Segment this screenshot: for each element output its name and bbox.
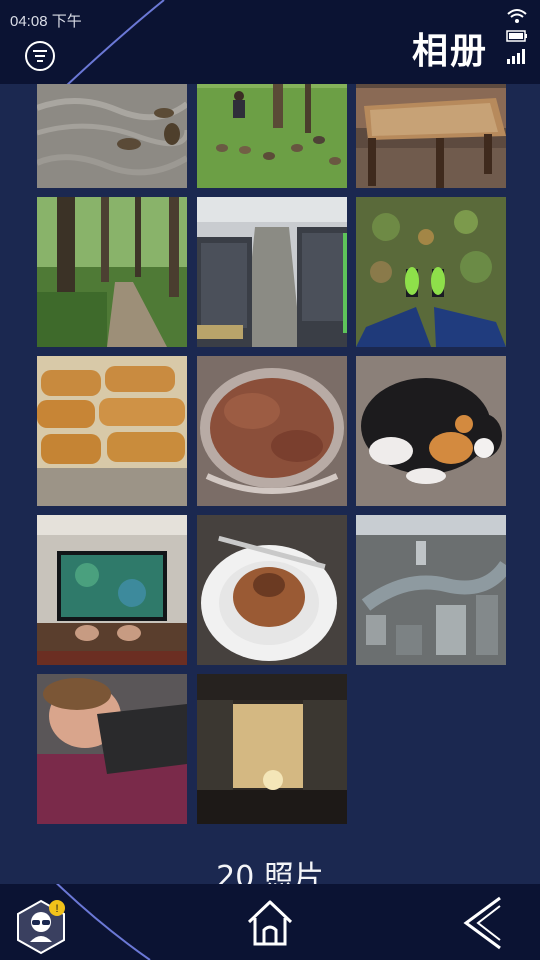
home-button[interactable] xyxy=(243,896,297,950)
photo-sausage-rolls xyxy=(37,356,187,506)
back-button[interactable] xyxy=(460,894,506,952)
photo-thumbnail[interactable] xyxy=(356,197,506,347)
photo-meat-bowl xyxy=(197,356,347,506)
header-bar: 04:08 下午 相册 xyxy=(0,0,540,84)
photo-thumbnail[interactable] xyxy=(197,674,347,824)
photo-thumbnail[interactable] xyxy=(197,197,347,347)
avatar-button[interactable]: ! xyxy=(12,898,70,956)
photo-thumbnail[interactable] xyxy=(37,674,187,824)
photo-city-aerial xyxy=(356,515,506,665)
photo-cat-toy xyxy=(356,356,506,506)
wifi-icon xyxy=(507,9,527,23)
photo-grid xyxy=(0,0,540,884)
photo-forest-path xyxy=(37,197,187,347)
photo-tv-feet xyxy=(37,515,187,665)
filter-menu-button[interactable] xyxy=(24,40,56,72)
photo-thumbnail[interactable] xyxy=(356,515,506,665)
bottom-nav: ! xyxy=(0,884,540,960)
page-title: 相册 xyxy=(411,31,488,72)
photo-thumbnail[interactable] xyxy=(356,356,506,506)
photo-thumbnail[interactable] xyxy=(37,515,187,665)
user-avatar-icon: ! xyxy=(17,899,65,955)
notification-badge-text: ! xyxy=(55,903,58,915)
photo-man-selfie xyxy=(37,674,187,824)
status-icons xyxy=(506,8,530,69)
photo-sunset-tower xyxy=(197,674,347,824)
signal-icon xyxy=(507,49,525,64)
back-icon xyxy=(463,896,501,950)
photo-thumbnail[interactable] xyxy=(197,515,347,665)
photo-feet-leaves xyxy=(356,197,506,347)
filter-menu-icon xyxy=(25,41,55,71)
home-icon xyxy=(247,900,293,946)
photo-thumbnail[interactable] xyxy=(37,197,187,347)
battery-icon xyxy=(506,30,527,42)
photo-thumbnail[interactable] xyxy=(197,356,347,506)
photo-thumbnail[interactable] xyxy=(37,356,187,506)
status-time: 04:08 下午 xyxy=(10,13,82,30)
photo-pudding-plate xyxy=(197,515,347,665)
photo-train-seats xyxy=(197,197,347,347)
